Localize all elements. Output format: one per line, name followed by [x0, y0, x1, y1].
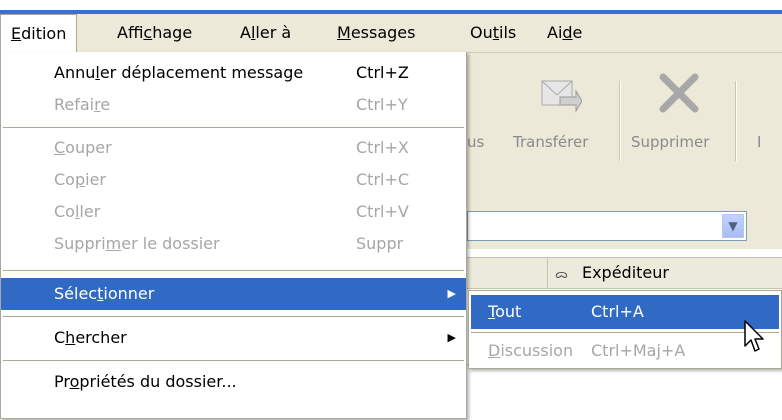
menu-item-paste[interactable]: Coller Ctrl+V — [1, 196, 466, 228]
submenu-item-shortcut: Ctrl+Maj+A — [591, 341, 686, 360]
menu-item-shortcut: Ctrl+Y — [356, 95, 408, 114]
menu-item-shortcut: Ctrl+X — [356, 138, 409, 157]
menu-item-label: Sélectionner — [54, 284, 155, 303]
menu-item-shortcut: Ctrl+Z — [356, 63, 409, 82]
menu-item-copy[interactable]: Copier Ctrl+C — [1, 164, 466, 196]
menu-aide[interactable]: Aide — [547, 14, 582, 52]
menu-item-label: Couper — [54, 138, 112, 157]
message-list-header: ᯅ Expéditeur — [467, 257, 782, 289]
menu-separator — [3, 270, 464, 271]
menu-item-delete-folder[interactable]: Supprimer le dossier Suppr — [1, 228, 466, 260]
delete-icon — [659, 73, 699, 113]
menu-item-label: Copier — [54, 170, 106, 189]
submenu-item-discussion[interactable]: Discussion Ctrl+Maj+A — [471, 334, 779, 368]
sender-column-label: Expéditeur — [581, 263, 669, 282]
forward-label: Transférer — [513, 133, 589, 151]
menu-affichage[interactable]: Affichage — [117, 14, 192, 52]
toolbar-partial-right-label: I — [757, 133, 762, 151]
submenu-item-label: Tout — [488, 302, 522, 321]
menu-item-undo[interactable]: Annuler déplacement message Ctrl+Z — [1, 57, 466, 89]
toolbar-button-partial-right[interactable]: I — [747, 53, 782, 201]
toolbar-separator — [619, 81, 621, 161]
forward-button[interactable]: Transférer — [505, 53, 615, 201]
submenu-item-all[interactable]: Tout Ctrl+A — [471, 295, 779, 329]
menu-item-label: Refaire — [54, 95, 111, 114]
delete-label: Supprimer — [631, 133, 710, 151]
menu-messages[interactable]: Messages — [337, 14, 415, 52]
menu-edition[interactable]: Edition — [0, 14, 78, 52]
toolbar-partial-label: us — [467, 133, 485, 151]
menu-item-label: Propriétés du dossier... — [54, 372, 237, 391]
view-combo[interactable]: ▼ — [467, 211, 747, 241]
message-preview-pane — [467, 364, 782, 420]
delete-button[interactable]: Supprimer — [625, 53, 735, 201]
menu-item-shortcut: Ctrl+V — [356, 202, 409, 221]
menu-item-select[interactable]: Sélectionner ▶ — [1, 278, 466, 310]
submenu-arrow-icon: ▶ — [447, 287, 456, 300]
menu-item-label: Chercher — [54, 328, 127, 347]
menu-item-label: Annuler déplacement message — [54, 63, 304, 82]
submenu-item-label: Discussion — [488, 341, 574, 360]
toolbar-separator — [735, 81, 737, 161]
menu-separator — [471, 332, 779, 333]
menu-item-find[interactable]: Chercher ▶ — [1, 322, 466, 354]
menu-aller-a[interactable]: Aller à — [240, 14, 291, 52]
menu-item-redo[interactable]: Refaire Ctrl+Y — [1, 89, 466, 121]
watch-icon: ᯅ — [555, 267, 568, 281]
mouse-cursor-icon — [744, 320, 764, 352]
window-title-strip — [0, 0, 782, 14]
menu-outils[interactable]: Outils — [470, 14, 516, 52]
edit-menu: Annuler déplacement message Ctrl+Z Refai… — [0, 52, 467, 419]
header-divider — [547, 258, 548, 288]
menu-item-cut[interactable]: Couper Ctrl+X — [1, 132, 466, 164]
menu-item-label: Supprimer le dossier — [54, 234, 220, 253]
menu-separator — [3, 316, 464, 317]
menu-item-label: Coller — [54, 202, 101, 221]
submenu-item-shortcut: Ctrl+A — [591, 302, 644, 321]
menu-separator — [3, 127, 464, 128]
menu-item-shortcut: Suppr — [356, 234, 404, 253]
chevron-down-icon[interactable]: ▼ — [722, 214, 744, 238]
menu-separator — [3, 360, 464, 361]
toolbar: us Transférer Supprimer I — [467, 53, 782, 202]
menu-item-shortcut: Ctrl+C — [356, 170, 410, 189]
submenu-arrow-icon: ▶ — [447, 331, 456, 344]
menu-bar: Edition Affichage Aller à Messages Outil… — [0, 14, 782, 53]
select-submenu: Tout Ctrl+A Discussion Ctrl+Maj+A — [468, 290, 782, 369]
menu-item-folder-properties[interactable]: Propriétés du dossier... — [1, 366, 466, 398]
sender-column-header[interactable]: ᯅ Expéditeur — [555, 258, 669, 288]
forward-icon — [541, 80, 582, 113]
